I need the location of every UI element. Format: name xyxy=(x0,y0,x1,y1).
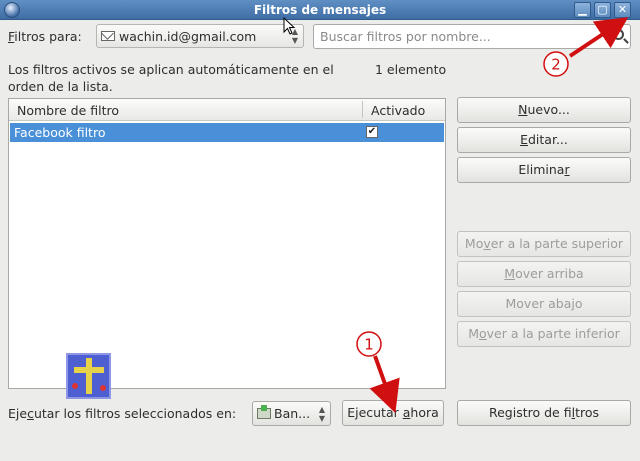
maximize-button[interactable]: ▢ xyxy=(594,2,611,18)
delete-filter-mnemonic: r xyxy=(564,162,570,177)
new-filter-mnemonic: N xyxy=(518,102,528,117)
edit-filter-mnemonic: E xyxy=(520,132,528,147)
delete-filter-text: Elimina xyxy=(518,162,565,177)
move-up-text: over arriba xyxy=(515,266,584,281)
filter-name: Facebook filtro xyxy=(14,125,106,140)
move-up-button[interactable]: Mover arriba xyxy=(457,261,631,287)
move-up-mnemonic: M xyxy=(504,266,516,281)
column-divider[interactable] xyxy=(362,101,363,118)
run-filters-label: Ejecutar los filtros seleccionados en: xyxy=(8,406,236,421)
move-to-top-text-pre: Mo xyxy=(464,236,484,251)
inbox-folder-icon xyxy=(257,405,271,419)
info-line-1: Los filtros activos se aplican automátic… xyxy=(8,62,334,77)
move-down-button[interactable]: Mover abajo xyxy=(457,291,631,317)
minimize-button[interactable]: ▁ xyxy=(574,2,591,18)
column-header-active[interactable]: Activado xyxy=(371,103,425,118)
run-filters-label-pre: Eje xyxy=(8,406,28,421)
logo-dot xyxy=(100,385,106,391)
search-box[interactable] xyxy=(313,24,631,49)
run-now-button[interactable]: Ejecutar ahora xyxy=(342,400,444,426)
watermark-logo xyxy=(66,353,111,399)
run-filters-label-post: utar los filtros seleccionados en: xyxy=(33,406,237,421)
search-input[interactable] xyxy=(320,28,600,45)
move-to-bottom-text-pre: M xyxy=(468,326,479,341)
new-filter-button[interactable]: Nuevo... xyxy=(457,97,631,123)
close-button[interactable]: ✕ xyxy=(614,2,631,18)
annotation-badge-2-label: 2 xyxy=(551,56,561,74)
folder-value: Ban... xyxy=(274,406,311,421)
move-to-top-mnemonic: v xyxy=(483,236,491,251)
mail-account-icon xyxy=(101,31,115,41)
search-icon[interactable] xyxy=(613,29,624,40)
delete-filter-button[interactable]: Eliminar xyxy=(457,157,631,183)
column-header-name[interactable]: Nombre de filtro xyxy=(17,103,119,118)
folder-select[interactable]: Ban... ▲ ▼ xyxy=(252,401,331,426)
logo-cross-horizontal xyxy=(74,367,104,373)
mouse-cursor-icon xyxy=(283,17,296,35)
combo-arrows-icon: ▲ ▼ xyxy=(318,405,325,423)
filters-for-label-text: iltros para: xyxy=(14,29,82,44)
list-header: Nombre de filtro Activado xyxy=(9,99,445,121)
logo-cross-vertical xyxy=(86,358,92,394)
move-to-top-text-post: er a la parte superior xyxy=(490,236,624,251)
account-select[interactable]: wachin.id@gmail.com ▲ ▼ xyxy=(96,24,304,48)
table-row[interactable]: Facebook filtro ✔ xyxy=(10,123,444,142)
move-down-text-pre: Mover aba xyxy=(505,296,572,311)
move-to-bottom-mnemonic: o xyxy=(479,326,487,341)
filter-count: 1 elemento xyxy=(375,62,447,77)
new-filter-text: uevo... xyxy=(527,102,570,117)
edit-filter-text: ditar... xyxy=(528,132,568,147)
filter-list[interactable]: Nombre de filtro Activado Facebook filtr… xyxy=(8,98,446,389)
move-down-text-post: o xyxy=(574,296,583,311)
filter-enabled-checkbox[interactable]: ✔ xyxy=(366,126,378,138)
info-line-2: orden de la lista. xyxy=(8,79,113,94)
edit-filter-button[interactable]: Editar... xyxy=(457,127,631,153)
logo-dot xyxy=(72,383,78,389)
move-to-bottom-text-post: ver a la parte inferior xyxy=(486,326,620,341)
account-value: wachin.id@gmail.com xyxy=(119,29,257,44)
filters-for-label: Filtros para: xyxy=(8,29,82,44)
filter-log-text-post: tros xyxy=(575,405,599,420)
title-bar[interactable]: Filtros de mensajes ▁ ▢ ✕ xyxy=(0,0,640,20)
move-to-bottom-button[interactable]: Mover a la parte inferior xyxy=(457,321,631,347)
run-filters-label-mnemonic: c xyxy=(27,406,34,421)
run-now-text-post: hora xyxy=(410,405,439,420)
annotation-badge-2 xyxy=(543,51,569,77)
move-to-top-button[interactable]: Mover a la parte superior xyxy=(457,231,631,257)
filter-log-text-pre: Registro de fi xyxy=(488,405,572,420)
run-now-text-pre: Ejecutar xyxy=(347,405,403,420)
filter-log-button[interactable]: Registro de filtros xyxy=(457,400,631,426)
window-title: Filtros de mensajes xyxy=(253,3,387,17)
